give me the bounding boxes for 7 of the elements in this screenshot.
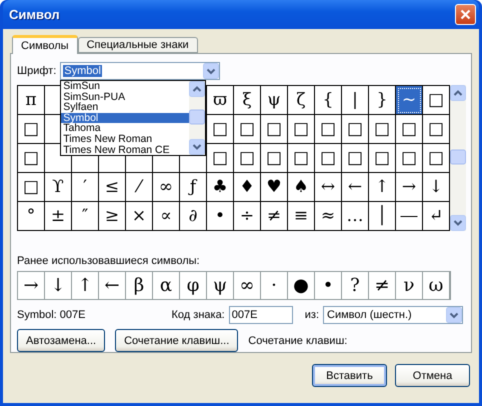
shortcut-label: Сочетание клавиш: (248, 334, 348, 346)
code-label: Код знака: (172, 309, 225, 322)
from-label: из: (304, 309, 319, 322)
recent-symbols-label: Ранее использовавшиеся символы: (17, 255, 201, 267)
symbol-name: Symbol: 007E (17, 309, 86, 322)
font-label: Шрифт: (17, 65, 56, 77)
window-title: Символ (9, 7, 60, 22)
